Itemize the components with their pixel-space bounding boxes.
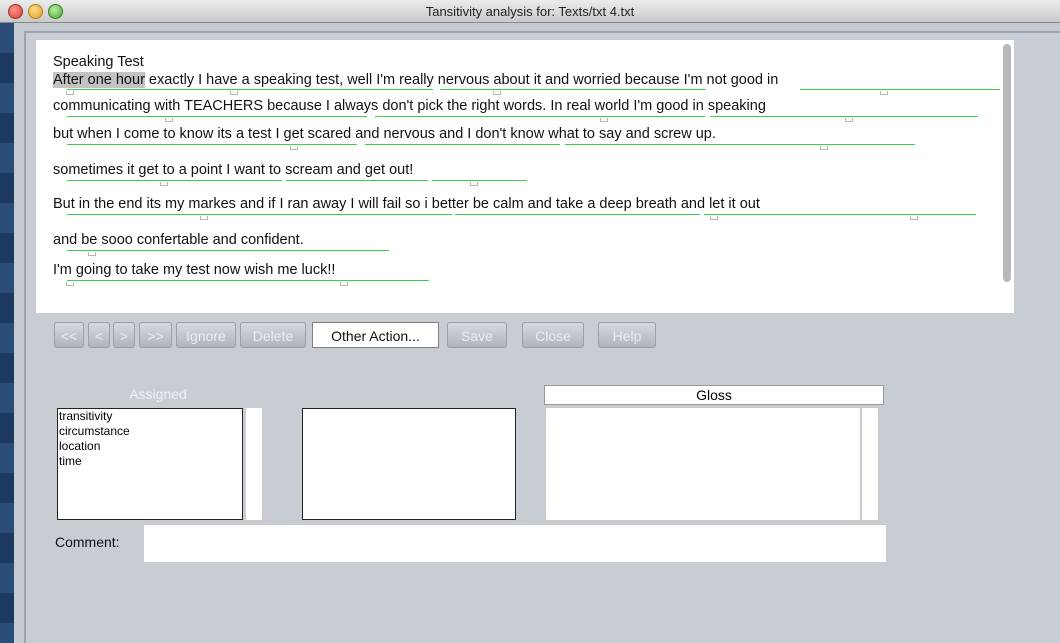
assigned-list-scrollbar[interactable] <box>246 408 262 520</box>
other-action-dropdown[interactable]: Other Action... <box>312 322 439 348</box>
annotation-underline <box>286 180 428 181</box>
annotation-tick <box>160 182 168 186</box>
window-titlebar: Tansitivity analysis for: Texts/txt 4.tx… <box>0 0 1060 23</box>
list-item[interactable]: circumstance <box>58 424 242 439</box>
selected-phrase[interactable]: After one hour <box>53 72 145 88</box>
text-line-6[interactable]: and be sooo confertable and confident. <box>53 232 304 248</box>
annotation-underline <box>67 116 367 117</box>
comment-field[interactable] <box>144 525 886 562</box>
scrollbar-thumb[interactable] <box>1003 44 1011 282</box>
annotation-underline <box>67 89 433 90</box>
text-line-1-rest: exactly I have a speaking test, well I'm… <box>144 72 779 88</box>
annotation-underline <box>365 144 560 145</box>
list-item[interactable]: time <box>58 454 242 469</box>
text-line-4[interactable]: sometimes it get to a point I want to sc… <box>53 162 413 178</box>
assigned-label: Assigned <box>129 386 187 402</box>
text-line-5[interactable]: But in the end its my markes and if I ra… <box>53 196 760 212</box>
assigned-list[interactable]: transitivity circumstance location time <box>57 408 243 520</box>
annotation-underline <box>67 180 282 181</box>
desktop-background <box>0 23 14 643</box>
annotation-tick <box>880 91 888 95</box>
list-item[interactable]: location <box>58 439 242 454</box>
annotation-underline <box>565 144 915 145</box>
annotation-underline <box>800 89 1000 90</box>
annotation-underline <box>432 180 527 181</box>
close-button[interactable]: Close <box>522 322 584 348</box>
text-line-7[interactable]: I'm going to take my test now wish me lu… <box>53 262 335 278</box>
text-line-3[interactable]: but when I come to know its a test I get… <box>53 126 716 142</box>
annotation-tick <box>470 182 478 186</box>
annotation-tick <box>820 146 828 150</box>
delete-button[interactable]: Delete <box>240 322 306 348</box>
text-scrollbar[interactable] <box>1000 40 1014 313</box>
gloss-scrollbar[interactable] <box>862 408 878 520</box>
annotation-tick <box>200 216 208 220</box>
annotation-tick <box>230 91 238 95</box>
window-title: Tansitivity analysis for: Texts/txt 4.tx… <box>425 4 635 19</box>
ignore-button[interactable]: Ignore <box>176 322 236 348</box>
annotation-tick <box>600 118 608 122</box>
annotation-tick <box>845 118 853 122</box>
annotation-underline <box>67 250 389 251</box>
annotation-underline <box>440 89 706 90</box>
help-button[interactable]: Help <box>598 322 656 348</box>
annotation-underline <box>375 116 705 117</box>
save-button[interactable]: Save <box>447 322 507 348</box>
annotation-tick <box>910 216 918 220</box>
annotation-underline <box>67 144 357 145</box>
comment-label: Comment: <box>55 534 120 550</box>
last-button[interactable]: >> <box>139 322 172 348</box>
next-button[interactable]: > <box>113 322 135 348</box>
first-button[interactable]: << <box>54 322 84 348</box>
previous-button[interactable]: < <box>88 322 110 348</box>
text-line-2[interactable]: communicating with TEACHERS because I al… <box>53 98 766 114</box>
annotation-tick <box>165 118 173 122</box>
text-line-1[interactable]: After one hour exactly I have a speaking… <box>53 72 778 88</box>
annotation-tick <box>66 91 74 95</box>
annotation-underline <box>67 214 452 215</box>
list-item[interactable]: transitivity <box>58 409 242 424</box>
text-heading: Speaking Test <box>53 54 144 70</box>
annotation-tick <box>493 91 501 95</box>
annotation-tick <box>66 282 74 286</box>
annotation-underline <box>455 214 700 215</box>
annotation-tick <box>340 282 348 286</box>
annotation-tick <box>710 216 718 220</box>
annotation-underline <box>704 214 976 215</box>
annotation-underline <box>67 280 429 281</box>
gloss-text-area[interactable] <box>546 408 860 520</box>
options-list[interactable] <box>302 408 516 520</box>
annotation-underline <box>710 116 978 117</box>
gloss-header: Gloss <box>544 385 884 405</box>
annotation-tick <box>88 252 96 256</box>
annotation-tick <box>290 146 298 150</box>
